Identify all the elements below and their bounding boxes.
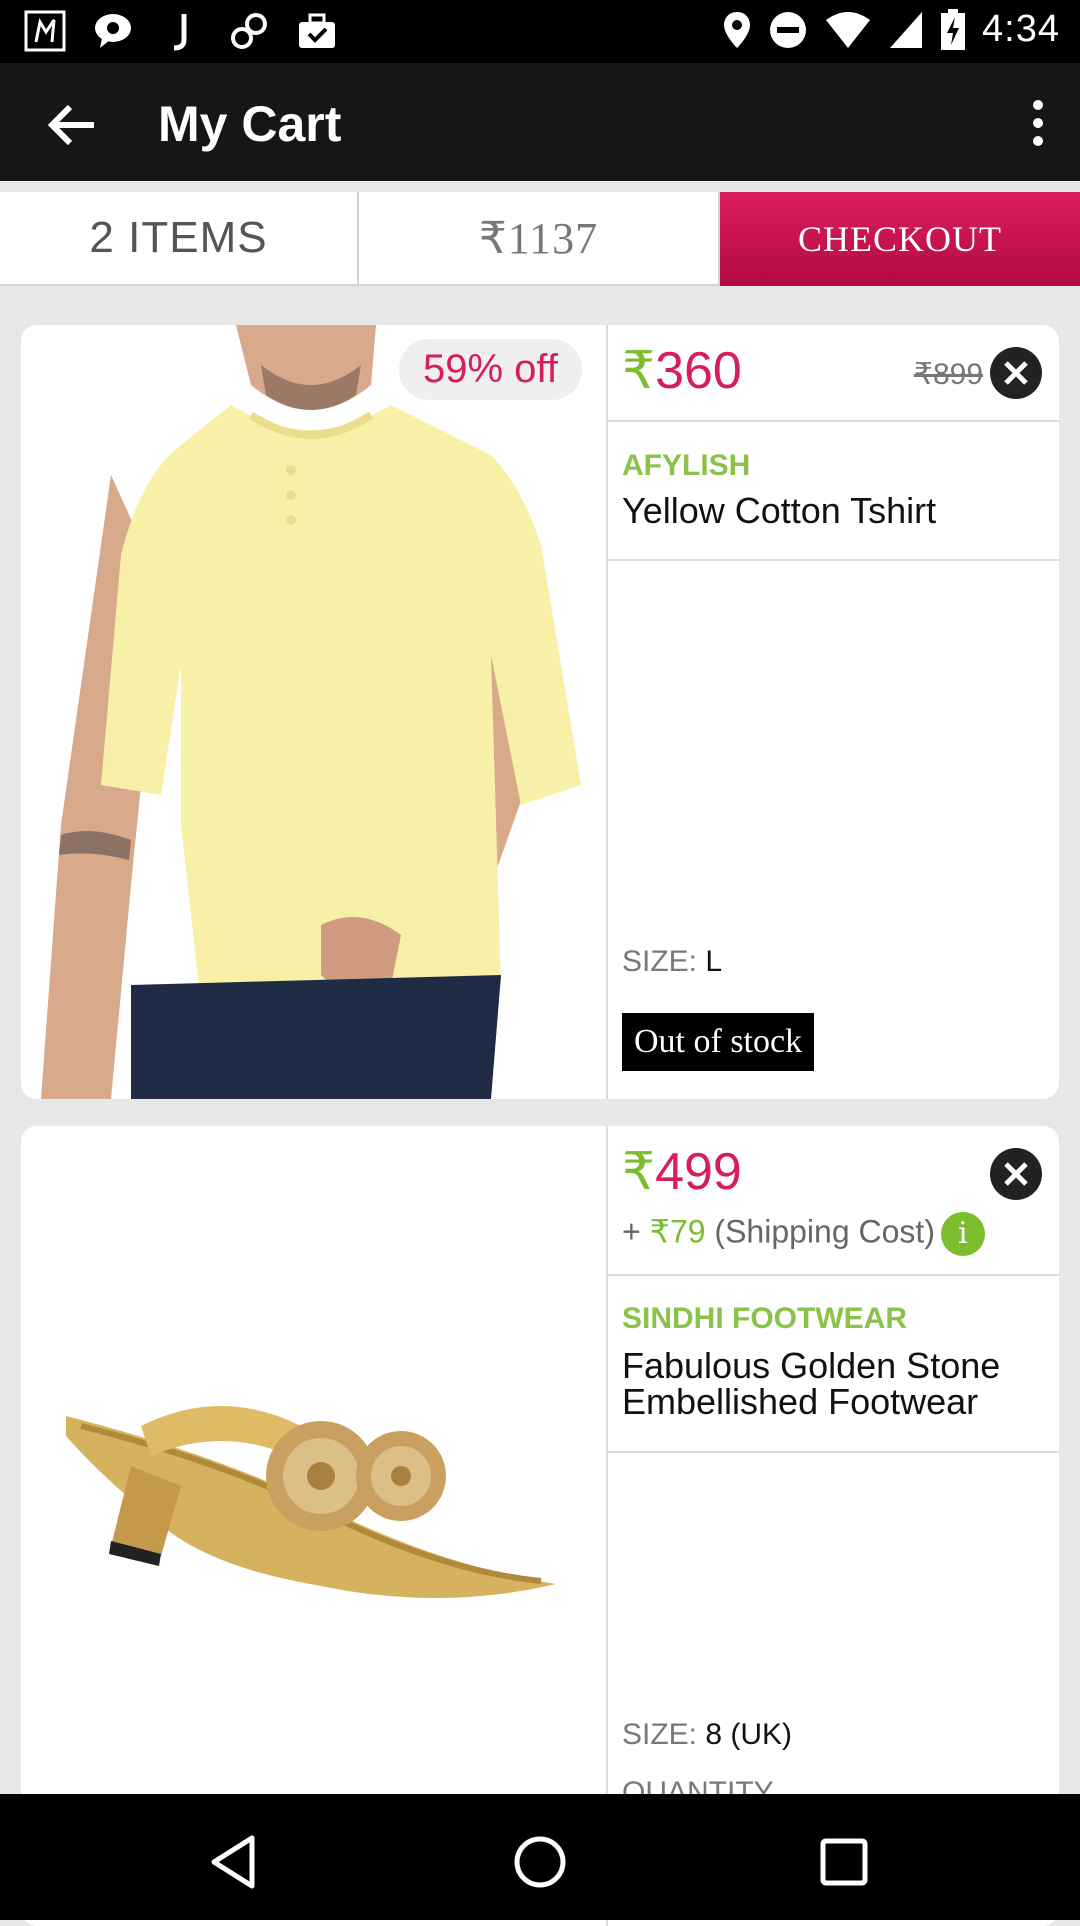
remove-item-button[interactable] — [990, 347, 1042, 399]
separator — [608, 420, 1059, 422]
shipping-cost: + ₹79 (Shipping Cost) i — [622, 1212, 985, 1256]
notification-icons — [24, 10, 338, 52]
price-value: 499 — [655, 1143, 742, 1201]
price: ₹499 — [622, 1142, 742, 1202]
brand-name: AFYLISH — [622, 449, 751, 482]
chat-icon — [95, 14, 131, 48]
app-icon — [24, 10, 66, 52]
product-info: ₹360 ₹899 AFYLISH Yellow Cotton Tshirt S… — [608, 325, 1059, 1099]
cart-total: ₹1137 — [359, 192, 720, 286]
tshirt-image — [21, 325, 606, 1099]
checkout-button[interactable]: CHECKOUT — [720, 192, 1080, 286]
size-row: SIZE: L — [622, 945, 722, 979]
app-bar: My Cart — [0, 63, 1080, 181]
close-icon — [1004, 361, 1028, 385]
shipping-prefix: + — [622, 1213, 650, 1250]
system-icons: 4:34 — [722, 8, 1060, 51]
rupee-symbol: ₹ — [622, 1143, 656, 1201]
navigation-bar — [0, 1794, 1080, 1920]
overflow-menu-icon[interactable] — [1018, 99, 1058, 147]
j-icon — [173, 14, 187, 51]
size-value: L — [705, 945, 723, 978]
size-row: SIZE: 8 (UK) — [622, 1718, 792, 1752]
remove-item-button[interactable] — [990, 1148, 1042, 1200]
price-value: 360 — [655, 342, 742, 400]
price: ₹360 — [622, 341, 742, 401]
discount-badge: 59% off — [399, 339, 582, 400]
page-title: My Cart — [158, 96, 342, 152]
battery-charging-icon — [941, 8, 966, 50]
separator — [608, 559, 1059, 561]
cart-summary-bar: 2 ITEMS ₹1137 CHECKOUT — [0, 192, 1080, 286]
link-icon — [231, 13, 267, 49]
back-arrow-icon[interactable] — [44, 97, 100, 153]
recents-nav-icon[interactable] — [814, 1832, 874, 1892]
briefcase-icon — [299, 13, 335, 48]
items-count: 2 ITEMS — [0, 192, 359, 286]
home-nav-icon[interactable] — [510, 1832, 570, 1892]
clock: 4:34 — [982, 8, 1060, 50]
separator — [608, 1451, 1059, 1453]
product-image-tshirt[interactable]: 59% off — [21, 325, 606, 1099]
product-name[interactable]: Fabulous Golden Stone Embellished Footwe… — [622, 1348, 1052, 1420]
dnd-icon — [770, 11, 807, 48]
original-price: ₹899 — [913, 358, 983, 391]
shipping-amount: ₹79 — [649, 1213, 706, 1250]
size-label: SIZE: — [622, 945, 706, 978]
status-bar: 4:34 — [0, 0, 1080, 63]
product-name[interactable]: Yellow Cotton Tshirt — [622, 493, 1052, 529]
size-value: 8 (UK) — [705, 1718, 793, 1751]
rupee-symbol: ₹ — [622, 342, 656, 400]
out-of-stock-badge: Out of stock — [622, 1013, 815, 1071]
close-icon — [1004, 1162, 1028, 1186]
location-icon — [724, 11, 751, 48]
wifi-icon — [826, 11, 871, 48]
signal-icon — [890, 11, 923, 48]
shipping-label: (Shipping Cost) — [705, 1213, 935, 1250]
brand-name: SINDHI FOOTWEAR — [622, 1302, 907, 1335]
cart-item-card: 59% off ₹360 ₹899 AFYLISH Yellow Cotton … — [21, 325, 1059, 1099]
size-label: SIZE: — [622, 1718, 706, 1751]
separator — [608, 1274, 1059, 1276]
back-nav-icon[interactable] — [206, 1832, 266, 1892]
info-icon[interactable]: i — [940, 1212, 985, 1256]
